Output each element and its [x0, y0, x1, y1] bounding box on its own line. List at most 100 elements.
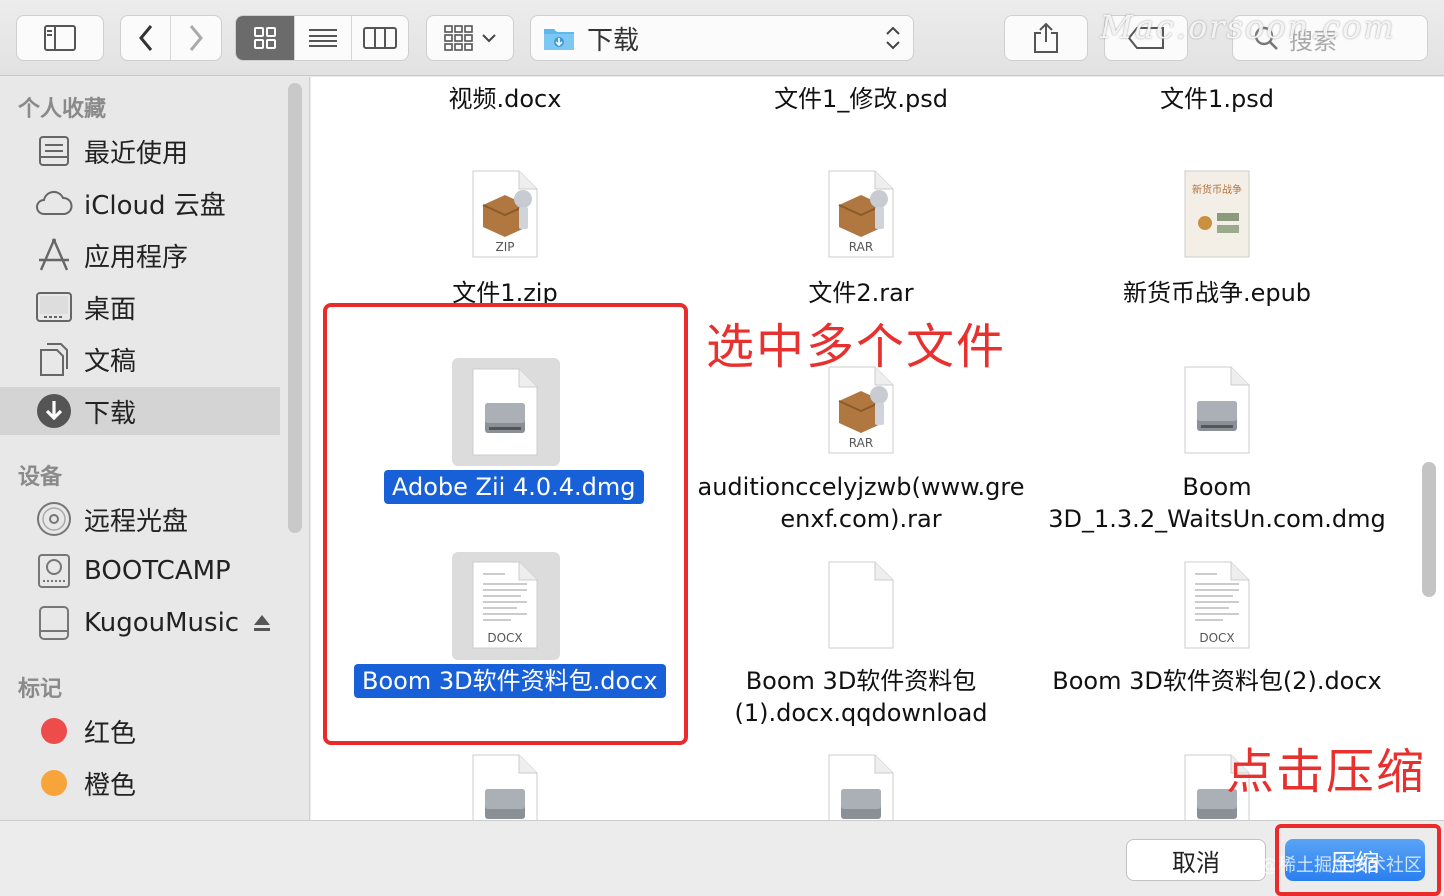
- file-name[interactable]: Boom 3D_1.3.2_WaitsUn.com.dmg: [1037, 471, 1397, 535]
- svg-text:RAR: RAR: [849, 436, 873, 450]
- share-icon: [1034, 22, 1058, 53]
- selection-annotation-box: [323, 303, 688, 745]
- file-name[interactable]: 文件1.psd: [1037, 83, 1397, 115]
- recents-icon: [34, 131, 74, 171]
- arrange-button[interactable]: [426, 15, 514, 61]
- desktop-icon: [34, 287, 74, 327]
- svg-text:ZIP: ZIP: [496, 240, 515, 254]
- select-annotation-text: 选中多个文件: [706, 319, 1007, 375]
- updown-chevron-icon: [886, 26, 900, 50]
- icloud-icon: [34, 183, 74, 223]
- file-name[interactable]: 文件1_修改.psd: [681, 83, 1041, 115]
- list-view-button[interactable]: [295, 16, 352, 60]
- documents-icon: [34, 339, 74, 379]
- disk-icon: [34, 551, 74, 591]
- downloads-folder-icon: [544, 29, 574, 50]
- devices-header: 设备: [18, 465, 63, 490]
- file-name-line: Boom 3D软件资料包: [745, 667, 977, 695]
- content-scrollbar[interactable]: [1422, 462, 1436, 597]
- sidebar-item-label: 下载: [84, 398, 137, 429]
- dmg-disk-image-icon[interactable]: [827, 753, 895, 820]
- file-name-line: enxf.com).rar: [780, 505, 942, 533]
- remote-disc-icon: [34, 499, 74, 539]
- compress-annotation-text: 点击压缩: [1226, 744, 1427, 800]
- sidebar-item-desktop[interactable]: 桌面: [0, 283, 280, 331]
- file-name[interactable]: Boom 3D软件资料包(2).docx: [1037, 665, 1397, 697]
- column-view-button[interactable]: [352, 16, 408, 60]
- file-name[interactable]: auditionccelyjzwb(www.gre enxf.com).rar: [681, 471, 1041, 535]
- eject-icon[interactable]: [253, 614, 271, 632]
- sidebar-item-remote-disc[interactable]: 远程光盘: [0, 495, 280, 543]
- sidebar-item-applications[interactable]: 应用程序: [0, 231, 280, 279]
- docx-document-icon[interactable]: DOCX: [1183, 560, 1251, 650]
- toolbar: 下载 搜索 Mac.orsoon.com: [0, 0, 1444, 76]
- file-name[interactable]: 新货币战争.epub: [1037, 277, 1397, 309]
- dmg-disk-image-icon[interactable]: [471, 753, 539, 820]
- tags-header: 标记: [18, 677, 63, 702]
- rar-archive-icon[interactable]: RAR: [827, 365, 895, 455]
- sidebar-item-icloud[interactable]: iCloud 云盘: [0, 179, 280, 227]
- sidebar-item-label: 应用程序: [84, 242, 189, 273]
- view-mode-segmented: [235, 15, 409, 61]
- sidebar-icon: [44, 25, 76, 51]
- sidebar-item-label: BOOTCAMP: [84, 556, 231, 586]
- rar-archive-icon[interactable]: RAR: [827, 169, 895, 259]
- sidebar-toggle-button[interactable]: [16, 15, 104, 61]
- sidebar-item-label: KugouMusic: [84, 608, 240, 638]
- tag-icon: [1128, 27, 1164, 49]
- orange-tag-icon: [34, 763, 74, 803]
- columns-icon: [362, 27, 397, 49]
- svg-text:新货币战争: 新货币战争: [1192, 183, 1242, 196]
- sidebar-item-label: 远程光盘: [84, 506, 189, 537]
- sidebar-item-tag-orange[interactable]: 橙色: [0, 759, 280, 807]
- chevron-right-icon: [189, 25, 203, 51]
- dmg-disk-image-icon[interactable]: [1183, 365, 1251, 455]
- downloads-icon: [34, 391, 74, 431]
- sidebar-item-label: 橙色: [84, 770, 137, 801]
- file-name[interactable]: Boom 3D软件资料包 (1).docx.qqdownload: [681, 665, 1041, 729]
- file-name-line: auditionccelyjzwb(www.gre: [697, 473, 1025, 501]
- sidebar-item-documents[interactable]: 文稿: [0, 335, 280, 383]
- sidebar-item-label: 文稿: [84, 346, 137, 377]
- epub-book-icon[interactable]: 新货币战争: [1183, 169, 1251, 259]
- compress-annotation-box: [1275, 824, 1441, 896]
- sidebar-item-recents[interactable]: 最近使用: [0, 127, 280, 175]
- dialog-button-bar: 取消 压缩 @稀土掘金技术社区: [0, 820, 1444, 896]
- open-dialog: 下载 搜索 Mac.orsoon.com 个人收藏 最近使用 iCloud 云盘…: [0, 0, 1444, 896]
- back-button[interactable]: [121, 16, 172, 60]
- search-icon: [1254, 26, 1278, 50]
- sidebar-item-label: 红色: [84, 718, 137, 749]
- search-field[interactable]: 搜索: [1232, 15, 1428, 61]
- drive-icon: [34, 603, 74, 643]
- nav-buttons: [120, 15, 222, 61]
- sidebar-item-label: 最近使用: [84, 138, 189, 169]
- sidebar-scrollbar[interactable]: [288, 83, 302, 533]
- chevron-down-icon: [482, 34, 496, 43]
- zip-archive-icon[interactable]: ZIP: [471, 169, 539, 259]
- icon-view-button[interactable]: [236, 16, 296, 60]
- chevron-left-icon: [138, 25, 152, 51]
- arrange-grid-icon: [444, 25, 473, 51]
- list-icon: [308, 29, 337, 47]
- sidebar-item-tag-red[interactable]: 红色: [0, 707, 280, 755]
- tag-button[interactable]: [1104, 15, 1188, 61]
- sidebar-item-kugoumusic[interactable]: KugouMusic: [0, 599, 280, 647]
- sidebar-item-label: 桌面: [84, 294, 137, 325]
- sidebar-item-bootcamp[interactable]: BOOTCAMP: [0, 547, 280, 595]
- cancel-button[interactable]: 取消: [1126, 839, 1266, 881]
- path-label: 下载: [587, 25, 640, 56]
- sidebar-item-downloads[interactable]: 下载: [0, 387, 280, 435]
- path-popup[interactable]: 下载: [530, 15, 914, 61]
- sidebar: 个人收藏 最近使用 iCloud 云盘 应用程序 桌面 文稿 下载 设备 远程光…: [0, 77, 310, 820]
- share-button[interactable]: [1004, 15, 1088, 61]
- file-name[interactable]: 文件2.rar: [681, 277, 1041, 309]
- file-name-line: (1).docx.qqdownload: [734, 699, 988, 727]
- sidebar-item-label: iCloud 云盘: [84, 190, 226, 221]
- blank-document-icon[interactable]: [827, 560, 895, 650]
- svg-text:RAR: RAR: [849, 240, 873, 254]
- forward-button[interactable]: [171, 16, 221, 60]
- file-name-line: Boom: [1182, 473, 1252, 501]
- svg-text:DOCX: DOCX: [1199, 631, 1234, 645]
- search-placeholder: 搜索: [1289, 26, 1337, 55]
- file-name[interactable]: 视频.docx: [325, 83, 685, 115]
